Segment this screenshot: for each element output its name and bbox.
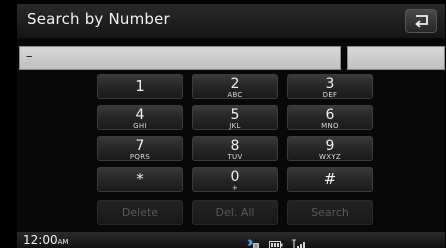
key-letters: PQRS	[129, 153, 151, 161]
search-label: Search	[311, 206, 349, 219]
key-star[interactable]: *	[97, 167, 183, 192]
key-4[interactable]: 4 GHI	[97, 105, 183, 130]
clock-ampm: AM	[57, 238, 69, 246]
battery-icon	[269, 235, 283, 248]
key-0[interactable]: 0 +	[192, 167, 278, 192]
key-digit: 7	[135, 138, 145, 154]
key-digit: 3	[325, 76, 335, 92]
key-digit: #	[323, 170, 337, 188]
key-digit: 8	[230, 138, 240, 154]
delete-all-button[interactable]: Del. All	[192, 200, 278, 225]
key-8[interactable]: 8 TUV	[192, 136, 278, 161]
search-button[interactable]: Search	[287, 200, 373, 225]
screen: Search by Number – 1 2 ABC 3 DEF 4 GHI 5…	[17, 4, 445, 248]
clock-time: 12:00	[23, 233, 58, 247]
key-1[interactable]: 1	[97, 74, 183, 99]
back-button[interactable]	[405, 9, 437, 33]
key-6[interactable]: 6 MNO	[287, 105, 373, 130]
key-letters: JKL	[229, 122, 241, 130]
delete-all-label: Del. All	[215, 206, 255, 219]
delete-button[interactable]: Delete	[97, 200, 183, 225]
key-letters: ABC	[227, 91, 243, 99]
return-arrow-icon	[415, 15, 428, 28]
key-7[interactable]: 7 PQRS	[97, 136, 183, 161]
key-digit: 1	[135, 77, 145, 95]
dial-keypad: 1 2 ABC 3 DEF 4 GHI 5 JKL 6 MNO 7 PQRS 8…	[97, 74, 377, 234]
status-bar: 12:00AM	[17, 232, 445, 248]
key-hash[interactable]: #	[287, 167, 373, 192]
key-digit: *	[136, 170, 144, 188]
key-digit: 6	[325, 107, 335, 123]
key-9[interactable]: 9 WXYZ	[287, 136, 373, 161]
delete-label: Delete	[121, 206, 159, 219]
phone-number-input[interactable]: –	[19, 46, 341, 70]
key-letters: DEF	[322, 91, 338, 99]
key-digit: 5	[230, 107, 240, 123]
key-letters: GHI	[133, 122, 147, 130]
key-2[interactable]: 2 ABC	[192, 74, 278, 99]
key-letters: TUV	[227, 153, 243, 161]
page-title: Search by Number	[27, 10, 170, 28]
key-5[interactable]: 5 JKL	[192, 105, 278, 130]
key-digit: 4	[135, 107, 145, 123]
clock: 12:00AM	[23, 233, 68, 247]
key-3[interactable]: 3 DEF	[287, 74, 373, 99]
key-digit: 2	[230, 76, 240, 92]
search-result-field[interactable]	[347, 46, 445, 70]
phone-number-value: –	[26, 49, 33, 64]
device-frame: Search by Number – 1 2 ABC 3 DEF 4 GHI 5…	[0, 0, 446, 248]
bluetooth-phone-icon	[245, 235, 261, 248]
key-letters: WXYZ	[319, 153, 341, 161]
key-letters: +	[231, 184, 239, 192]
key-digit: 9	[325, 138, 335, 154]
key-digit: 0	[230, 169, 240, 185]
header-bar: Search by Number	[17, 4, 445, 38]
key-letters: MNO	[321, 122, 339, 130]
signal-strength-icon	[291, 235, 307, 248]
